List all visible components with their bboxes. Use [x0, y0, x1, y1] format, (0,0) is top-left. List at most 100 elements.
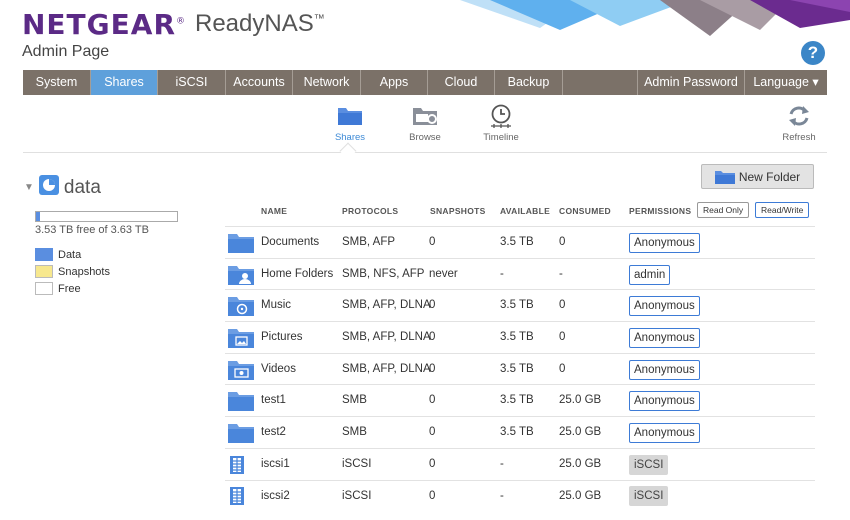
share-snapshots: 0 [429, 489, 436, 502]
legend-snapshots: Snapshots [35, 263, 110, 280]
tab-cloud[interactable]: Cloud [428, 70, 495, 95]
share-snapshots: 0 [429, 457, 436, 470]
tab-apps[interactable]: Apps [361, 70, 428, 95]
share-consumed: 25.0 GB [559, 426, 602, 439]
col-header-protocols[interactable]: PROTOCOLS [342, 206, 398, 216]
pictures-folder-icon [228, 322, 254, 354]
volume-header[interactable]: ▼ data [24, 175, 101, 200]
help-button[interactable]: ? [801, 41, 825, 65]
share-name: Music [261, 299, 292, 312]
permission-tag[interactable]: Anonymous [629, 391, 700, 412]
table-row[interactable]: test2 SMB 0 3.5 TB 25.0 GB Anonymous [225, 416, 815, 448]
refresh-button[interactable]: Refresh [769, 104, 829, 143]
shares-folder-icon [320, 104, 380, 128]
share-protocols: iSCSI [342, 457, 372, 470]
browse-icon [395, 104, 455, 128]
table-row[interactable]: iscsi2 iSCSI 0 - 25.0 GB iSCSI [225, 479, 815, 513]
legend-free: Free [35, 280, 110, 297]
folder-icon [228, 417, 254, 449]
share-available: 3.5 TB [500, 299, 534, 312]
share-snapshots: 0 [429, 299, 436, 312]
tab-iscsi[interactable]: iSCSI [158, 70, 226, 95]
share-name: Documents [261, 236, 320, 248]
table-row[interactable]: Documents SMB, AFP 0 3.5 TB 0 Anonymous [225, 226, 815, 258]
music-folder-icon [228, 290, 254, 322]
volume-usage-bar [35, 211, 178, 222]
share-snapshots: never [429, 267, 458, 280]
share-available: 3.5 TB [500, 362, 534, 375]
tab-system[interactable]: System [23, 70, 91, 95]
share-snapshots: 0 [429, 236, 436, 248]
subnav-browse-label: Browse [409, 132, 441, 143]
folder-icon [228, 227, 254, 259]
subnav-shares-label: Shares [334, 132, 366, 143]
share-protocols: SMB, AFP, DLNA [342, 331, 431, 344]
share-protocols: SMB [342, 426, 367, 439]
share-available: - [500, 457, 504, 470]
language-dropdown[interactable]: Language ▾ [745, 70, 827, 95]
lun-icon [228, 481, 246, 513]
new-folder-label: New Folder [738, 169, 801, 184]
tab-backup[interactable]: Backup [495, 70, 563, 95]
table-row[interactable]: Videos SMB, AFP, DLNA 0 3.5 TB 0 Anonymo… [225, 352, 815, 385]
share-available: 3.5 TB [500, 426, 534, 439]
share-name: Videos [261, 362, 296, 375]
tab-shares[interactable]: Shares [91, 70, 158, 95]
share-consumed: 0 [559, 362, 566, 375]
legend-data: Data [35, 246, 110, 263]
permission-tag[interactable]: Anonymous [629, 232, 700, 253]
share-available: 3.5 TB [500, 394, 534, 407]
table-row[interactable]: Music SMB, AFP, DLNA 0 3.5 TB 0 Anonymou… [225, 289, 815, 321]
tab-network[interactable]: Network [293, 70, 361, 95]
permission-tag[interactable]: iSCSI [629, 486, 669, 507]
share-name: Pictures [261, 331, 303, 344]
refresh-label: Refresh [782, 132, 816, 143]
table-row[interactable]: test1 SMB 0 3.5 TB 25.0 GB Anonymous [225, 384, 815, 416]
legend-data-swatch [35, 248, 53, 261]
folder-icon [228, 385, 254, 417]
volume-usage-fill [36, 212, 40, 221]
col-header-name[interactable]: NAME [261, 206, 287, 216]
new-folder-icon [714, 170, 735, 184]
legend-free-swatch [35, 282, 53, 295]
header: NETGEAR® ReadyNAS™ Admin Page ? [0, 0, 850, 70]
share-protocols: SMB, AFP [342, 236, 396, 248]
tab-accounts[interactable]: Accounts [226, 70, 293, 95]
share-available: - [500, 267, 504, 280]
permission-tag[interactable]: Anonymous [629, 327, 700, 348]
main-nav: System Shares iSCSI Accounts Network App… [23, 70, 827, 95]
table-row[interactable]: Pictures SMB, AFP, DLNA 0 3.5 TB 0 Anony… [225, 321, 815, 353]
col-header-available[interactable]: AVAILABLE [500, 206, 550, 216]
share-consumed: 25.0 GB [559, 489, 602, 502]
col-header-snapshots[interactable]: SNAPSHOTS [430, 206, 486, 216]
share-consumed: 0 [559, 236, 566, 248]
decorative-banner [460, 0, 850, 36]
permission-tag[interactable]: iSCSI [629, 454, 669, 475]
new-folder-button[interactable]: New Folder [701, 164, 814, 189]
share-name: iscsi2 [261, 489, 290, 502]
read-write-button[interactable]: Read/Write [755, 202, 810, 218]
subnav-browse[interactable]: Browse [395, 104, 455, 143]
table-row[interactable]: iscsi1 iSCSI 0 - 25.0 GB iSCSI [225, 447, 815, 480]
subnav-timeline[interactable]: Timeline [471, 104, 531, 143]
table-row[interactable]: Home Folders SMB, NFS, AFP never - - adm… [225, 257, 815, 290]
share-snapshots: 0 [429, 426, 436, 439]
netgear-logo: NETGEAR® [22, 8, 186, 41]
permission-tag[interactable]: Anonymous [629, 422, 700, 443]
read-only-button[interactable]: Read Only [697, 202, 750, 218]
permission-tag[interactable]: Anonymous [629, 359, 700, 380]
tab-admin-password[interactable]: Admin Password [638, 70, 745, 95]
col-header-permissions: PERMISSIONS [629, 206, 692, 216]
collapse-caret-icon[interactable]: ▼ [24, 182, 34, 193]
share-consumed: - [559, 267, 563, 280]
permission-tag[interactable]: Anonymous [629, 296, 700, 317]
subnav-shares[interactable]: Shares [320, 104, 380, 143]
permission-tag[interactable]: admin [629, 264, 671, 285]
legend-data-label: Data [58, 248, 82, 261]
share-consumed: 25.0 GB [559, 457, 602, 470]
col-header-consumed[interactable]: CONSUMED [559, 206, 611, 216]
share-protocols: SMB, NFS, AFP [342, 267, 425, 280]
subnav-timeline-label: Timeline [483, 132, 519, 143]
volume-pie-icon [38, 175, 59, 200]
volume-legend: Data Snapshots Free [35, 246, 110, 297]
